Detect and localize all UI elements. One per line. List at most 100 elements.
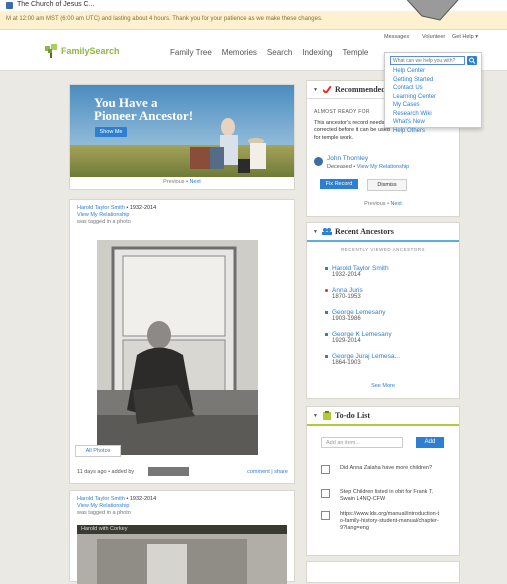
list-item[interactable]: Anna Juris 1870-1953 (325, 287, 400, 301)
recommended-person-name[interactable]: John Thornley (327, 155, 409, 163)
ancestor-years: 1864-1903 (332, 360, 361, 366)
help-menu-item[interactable]: What's New (393, 118, 436, 127)
recent-ancestors-title: Recent Ancestors (335, 227, 394, 236)
help-menu-item[interactable]: Learning Center (393, 93, 436, 102)
recommended-caps: ALMOST READY FOR (314, 109, 370, 115)
todo-checkbox[interactable] (321, 465, 330, 474)
photo-tag-post-2: Harold Taylor Smith • 1932-2014 View My … (69, 490, 295, 584)
help-menu-item[interactable]: Getting Started (393, 76, 436, 85)
todo-checkbox[interactable] (321, 489, 330, 498)
help-menu-item[interactable]: Help Others (393, 127, 436, 136)
hero-pager: Previous • Next (70, 179, 294, 185)
help-menu-list: Help Center Getting Started Contact Us L… (393, 67, 436, 135)
ancestor-name[interactable]: George Lemesany (332, 309, 400, 316)
todo-item-text: Step Children listed in obit for Frank T… (340, 489, 434, 502)
todo-add-button[interactable]: Add (416, 437, 444, 448)
todo-title: To-do List (335, 411, 371, 420)
todo-checkbox[interactable] (321, 511, 330, 520)
logo-text: FamilySearch (61, 46, 120, 56)
post2-person-link[interactable]: Harold Taylor Smith (77, 496, 125, 502)
todo-item-text: Did Anna Zalaha have more children? (340, 465, 433, 471)
todo-add-input[interactable]: Add an item... (321, 437, 403, 448)
photo-tag-post: Harold Taylor Smith • 1932-2014 View My … (69, 199, 295, 484)
recommended-pager: Previous • Next (307, 201, 459, 207)
hero-prev-link[interactable]: Previous (163, 179, 184, 185)
nav-temple[interactable]: Temple (343, 48, 369, 57)
fix-record-button[interactable]: Fix Record (320, 179, 358, 189)
list-item[interactable]: George K Lemesany 1929-2014 (325, 331, 400, 345)
next-widget-card (306, 561, 460, 583)
tree-logo-icon (45, 44, 57, 58)
help-dropdown-menu: What can we help you with? Help Center G… (384, 52, 482, 134)
browser-tab-title[interactable]: The Church of Jesus C... (17, 1, 94, 8)
collapse-triangle-icon[interactable]: ▼ (313, 229, 318, 235)
nav-search[interactable]: Search (267, 48, 292, 57)
todo-list-widget: ▼ To-do List Add an item... Add Did Anna… (306, 406, 460, 556)
tagged-photo[interactable] (97, 240, 258, 455)
post-person-dates: • 1932-2014 (124, 205, 157, 211)
search-icon (469, 57, 476, 64)
recommended-prev-link[interactable]: Previous (364, 201, 385, 207)
post2-relationship-link[interactable]: View My Relationship (77, 503, 156, 510)
ancestor-years: 1870-1953 (332, 294, 361, 300)
help-menu-item[interactable]: Research Wiki (393, 110, 436, 119)
get-help-link[interactable]: Get Help ▾ (452, 34, 478, 40)
recent-ancestors-widget: ▼ Recent Ancestors RECENTLY VIEWED ANCES… (306, 222, 460, 399)
ancestor-name[interactable]: George K Lemesany (332, 331, 400, 338)
list-item[interactable]: Harold Taylor Smith 1932-2014 (325, 265, 400, 279)
male-marker-icon (325, 311, 328, 314)
hero-title: You Have a Pioneer Ancestor! (94, 96, 193, 122)
banner-text: M at 12:00 am MST (6:00 am UTC) and last… (6, 16, 323, 22)
help-menu-item[interactable]: My Cases (393, 101, 436, 110)
todo-header[interactable]: ▼ To-do List (307, 407, 459, 426)
clipboard-icon (323, 411, 331, 420)
help-menu-item[interactable]: Contact Us (393, 84, 436, 93)
collapse-triangle-icon[interactable]: ▼ (313, 87, 318, 93)
main-nav: Family Tree Memories Search Indexing Tem… (170, 48, 368, 57)
recent-ancestors-list: Harold Taylor Smith 1932-2014 Anna Juris 1… (325, 265, 400, 375)
nav-memories[interactable]: Memories (222, 48, 257, 57)
volunteer-link[interactable]: Volunteer (422, 34, 445, 40)
checkmark-icon (323, 86, 331, 93)
messages-link[interactable]: Messages (384, 34, 409, 40)
ancestor-years: 1903-1986 (332, 316, 361, 322)
todo-item-text: https://www.lds.org/manual/introduction-… (340, 511, 440, 531)
site-favicon-icon (6, 2, 13, 9)
familysearch-logo[interactable]: FamilySearch (44, 44, 120, 58)
recommended-text: This ancestor's record needs corrected b… (314, 119, 390, 141)
ancestor-name[interactable]: Anna Juris (332, 287, 400, 294)
help-search-input[interactable]: What can we help you with? (390, 56, 465, 65)
comment-share-links[interactable]: comment | share (247, 469, 288, 475)
recommended-next-link[interactable]: Next (391, 201, 402, 207)
dismiss-button[interactable]: Dismiss (367, 179, 407, 191)
show-me-button[interactable]: Show Me (95, 127, 127, 137)
ancestor-name[interactable]: George Juraj Lemesa... (332, 353, 400, 360)
recommended-body: ALMOST READY FOR This ancestor's record … (314, 109, 394, 142)
list-item[interactable]: George Juraj Lemesa... 1864-1903 (325, 353, 400, 367)
annotation-arrow-icon (406, 0, 459, 21)
help-search-button[interactable] (467, 56, 477, 65)
help-menu-item[interactable]: Help Center (393, 67, 436, 76)
collapse-triangle-icon[interactable]: ▼ (313, 413, 318, 419)
ancestor-name[interactable]: Harold Taylor Smith (332, 265, 400, 272)
recommended-title: Recommended (335, 85, 386, 94)
see-more-link[interactable]: See More (307, 383, 459, 389)
male-marker-icon (325, 267, 328, 270)
nav-indexing[interactable]: Indexing (302, 48, 332, 57)
recommended-person-status: Deceased • (327, 164, 357, 170)
recent-ancestors-subtitle: RECENTLY VIEWED ANCESTORS (340, 247, 426, 252)
post-person-link[interactable]: Harold Taylor Smith (77, 205, 125, 211)
post-action-text: was tagged in a photo (77, 219, 131, 225)
post-relationship-link[interactable]: View My Relationship (77, 212, 156, 219)
all-photos-button[interactable]: All Photos (75, 445, 121, 457)
post2-person-dates: • 1932-2014 (124, 496, 157, 502)
recent-ancestors-header[interactable]: ▼ Recent Ancestors (307, 223, 459, 242)
nav-family-tree[interactable]: Family Tree (170, 48, 212, 57)
recommended-relationship-link[interactable]: View My Relationship (357, 164, 409, 170)
list-item[interactable]: George Lemesany 1903-1986 (325, 309, 400, 323)
post2-header: Harold Taylor Smith • 1932-2014 View My … (77, 496, 156, 517)
hero-next-link[interactable]: Next (190, 179, 201, 185)
male-marker-icon (325, 333, 328, 336)
post-footer-meta: 11 days ago • added by (77, 469, 135, 475)
ancestor-years: 1929-2014 (332, 338, 361, 344)
